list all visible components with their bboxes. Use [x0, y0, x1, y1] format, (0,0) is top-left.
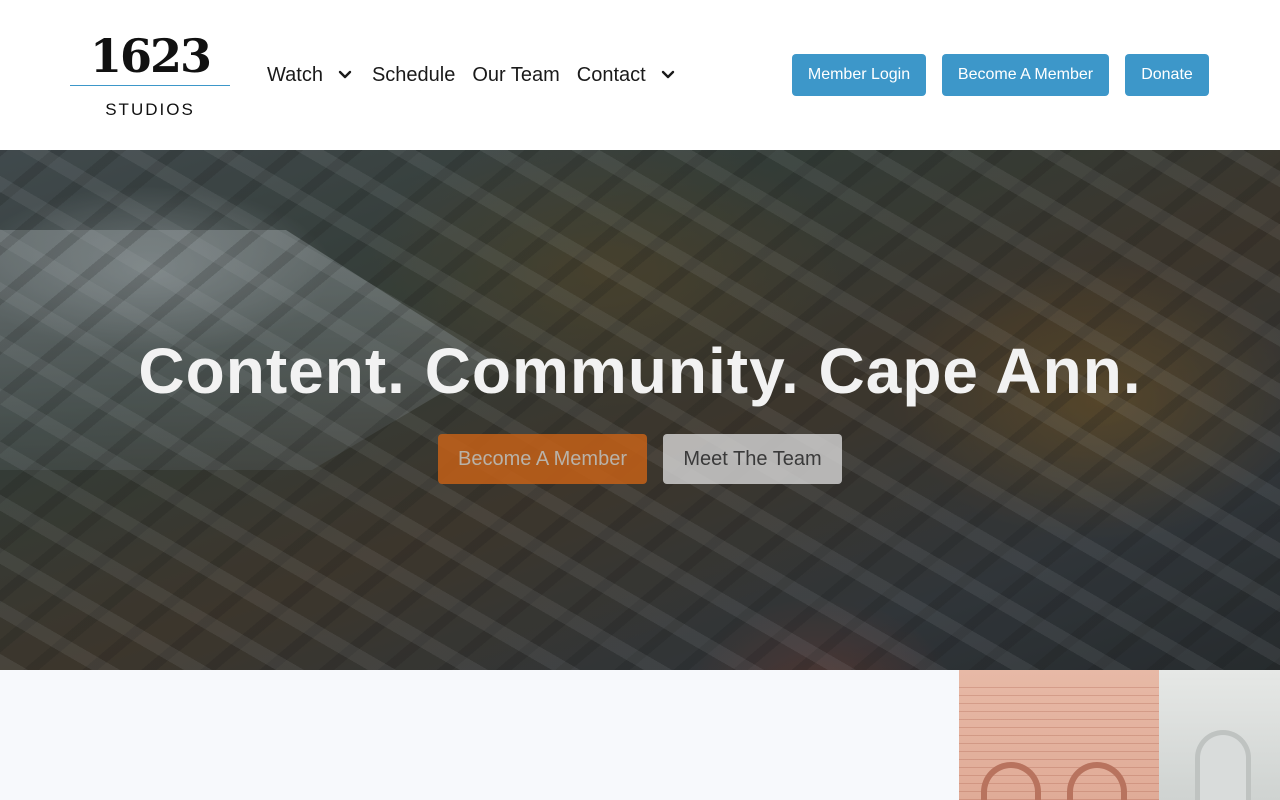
nav-item-our-team[interactable]: Our Team: [472, 62, 559, 88]
main-nav: Watch Schedule Our Team Contact: [267, 62, 678, 88]
chevron-down-icon[interactable]: [658, 65, 678, 85]
logo-divider: [70, 85, 230, 86]
nav-item-watch-label: Watch: [267, 64, 323, 86]
hero-become-member-button[interactable]: Become A Member: [438, 434, 647, 484]
chevron-down-icon[interactable]: [335, 65, 355, 85]
member-login-button[interactable]: Member Login: [792, 54, 926, 96]
donate-button[interactable]: Donate: [1125, 54, 1209, 96]
logo-number: 1623: [89, 29, 212, 83]
nav-item-contact-label: Contact: [576, 64, 646, 86]
hero-section: Content. Community. Cape Ann. Become A M…: [0, 150, 1280, 670]
nav-item-watch[interactable]: Watch: [267, 62, 355, 88]
nav-item-contact[interactable]: Contact: [577, 62, 678, 88]
become-member-button[interactable]: Become A Member: [942, 54, 1109, 96]
site-logo[interactable]: 1623 STUDIOS: [70, 28, 230, 122]
hero-title: Content. Community. Cape Ann.: [138, 335, 1142, 407]
hero-meet-team-button[interactable]: Meet The Team: [663, 434, 842, 484]
nav-item-schedule-label: Schedule: [371, 64, 456, 86]
site-header: 1623 STUDIOS Watch Schedule Our Team Con…: [0, 0, 1280, 150]
logo-subtitle: STUDIOS: [105, 100, 195, 119]
building-photo: [959, 670, 1280, 800]
intro-section: [0, 670, 1280, 800]
nav-item-schedule[interactable]: Schedule: [372, 62, 455, 88]
building-window: [1195, 730, 1251, 800]
nav-item-our-team-label: Our Team: [472, 64, 560, 86]
hero-overlay: [0, 150, 1280, 670]
